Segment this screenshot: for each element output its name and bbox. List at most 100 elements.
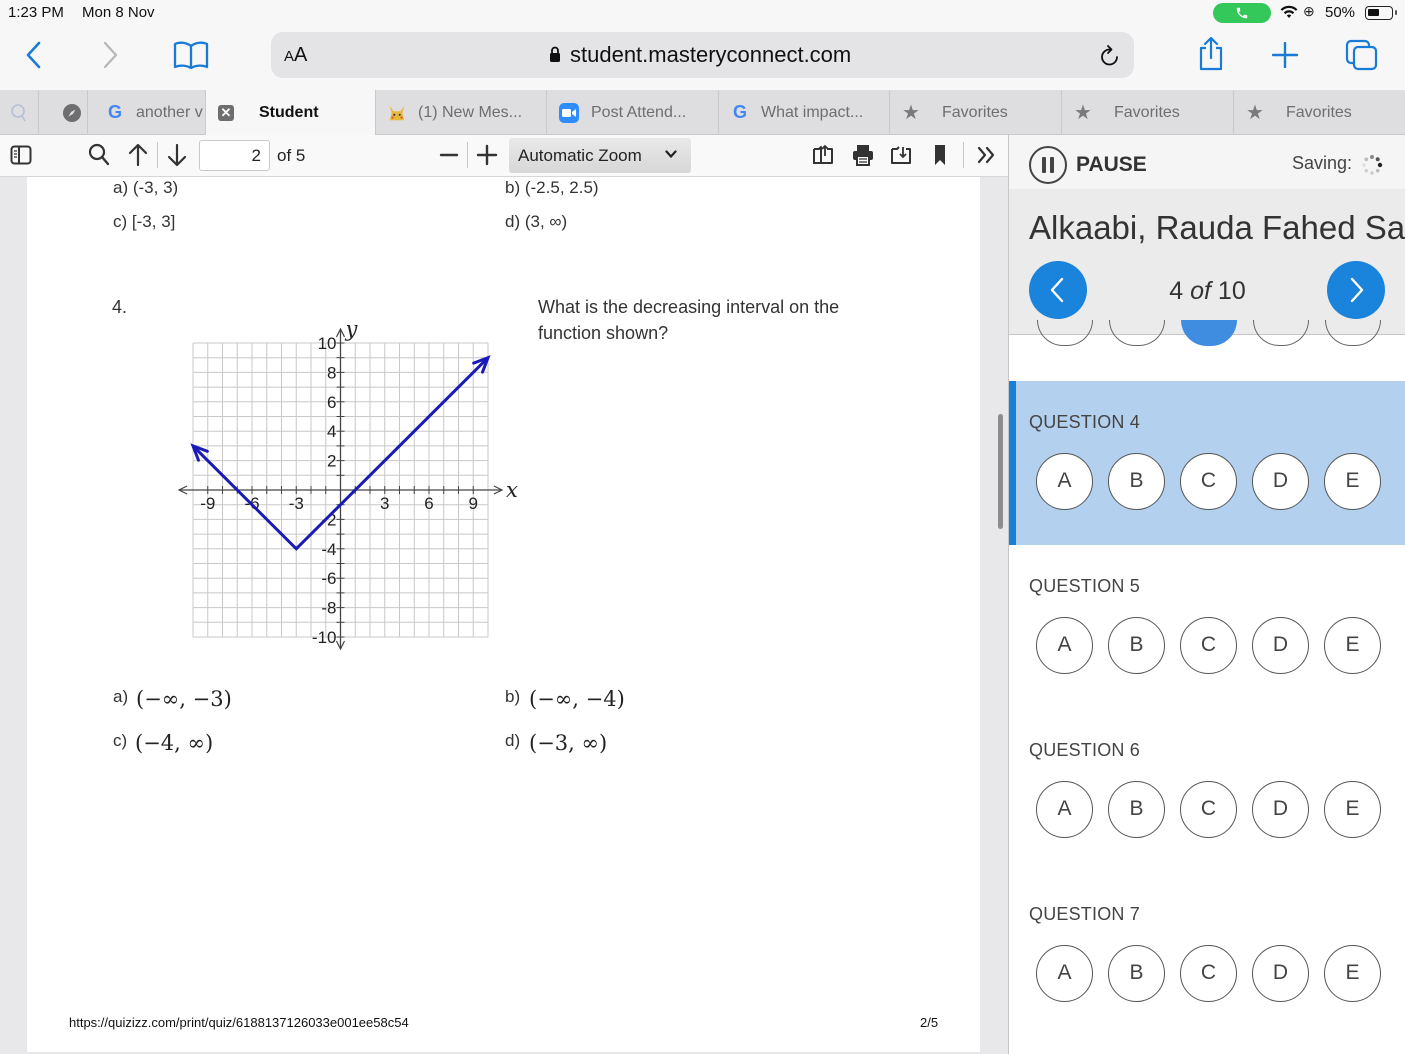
answer-choice-d[interactable]: D [1252,453,1309,510]
answer-choice-e[interactable]: E [1324,453,1381,510]
question-3-choice-e[interactable] [1325,320,1381,346]
prev-option-a: a) (-3, 3) [113,178,179,197]
next-page-arrow-icon[interactable] [166,143,188,167]
answer-choice-b[interactable]: B [1108,945,1165,1002]
active-call-indicator[interactable] [1213,3,1271,23]
page-count-label: of 5 [277,146,306,165]
option-b-label: b) [505,687,521,706]
question-text: What is the decreasing interval on the f… [538,297,840,343]
answer-choice-e[interactable]: E [1324,945,1381,1002]
tab-search[interactable] [0,90,38,135]
tab-messages[interactable]: (1) New Mes... [375,90,546,135]
star-icon: ★ [902,102,920,124]
bookmarks-book-icon[interactable] [173,40,209,70]
previous-page-arrow-icon[interactable] [127,143,149,167]
answer-choice-b[interactable]: B [1108,781,1165,838]
zoom-level-select[interactable]: Automatic Zoom [509,138,691,173]
tab-label: Favorites [1114,103,1180,121]
answer-choice-d[interactable]: D [1252,781,1309,838]
tab-favorites[interactable]: ★ Favorites [1233,90,1405,135]
question-3-choice-b[interactable] [1109,320,1165,346]
share-icon[interactable] [1197,36,1225,72]
zoom-in-icon[interactable] [476,144,498,166]
tab-label: (1) New Mes... [418,103,523,121]
vertical-scrollbar[interactable] [998,414,1003,529]
wifi-icon [1280,5,1298,18]
url-text[interactable]: student.masteryconnect.com [570,42,851,68]
tab-favorites[interactable]: ★ Favorites [889,90,1061,135]
reader-text-size-button[interactable]: AA [284,44,307,67]
question-block: QUESTION 4 ABCDE [1009,381,1405,545]
tab-compass[interactable] [38,90,87,135]
address-bar[interactable]: AA student.masteryconnect.com [271,32,1134,78]
answer-choice-d[interactable]: D [1252,617,1309,674]
print-icon[interactable] [851,143,875,167]
option-d-label: d) [505,731,521,750]
tab-what-impact[interactable]: G What impact... [718,90,889,135]
tab-label: Student [259,103,319,121]
answer-panel: PAUSE Saving: Alkaabi, Rauda Fahed Sa...… [1008,135,1405,1054]
option-d-value: (−3, ∞) [529,731,608,755]
tab-student[interactable]: ✕ Student [205,90,375,135]
pause-button[interactable]: PAUSE [1076,153,1147,177]
rotation-lock-icon: ⊕ [1303,3,1315,19]
y-tick-label: -6 [321,569,336,588]
lock-icon [550,46,560,62]
loading-spinner-icon [1362,155,1383,175]
question-3-choice-c-selected[interactable] [1181,320,1237,346]
zoom-out-icon[interactable] [439,145,459,165]
y-tick-label: -4 [321,540,336,559]
reload-icon[interactable] [1099,44,1121,68]
question-3-choice-d[interactable] [1253,320,1309,346]
option-a-value: (−∞, −3) [136,687,232,711]
x-tick-label: -3 [289,494,304,513]
answer-choice-c[interactable]: C [1180,453,1237,510]
star-icon: ★ [1246,102,1264,124]
chevron-left-icon[interactable] [24,40,44,70]
pdf-viewer[interactable]: a) (-3, 3) b) (-2.5, 2.5) c) [-3, 3] d) … [0,177,1008,1054]
answer-choice-c[interactable]: C [1180,617,1237,674]
answer-choice-a[interactable]: A [1036,453,1093,510]
answer-choice-d[interactable]: D [1252,945,1309,1002]
bookmark-icon[interactable] [933,144,947,166]
download-icon[interactable] [890,144,912,166]
answer-choice-a[interactable]: A [1036,781,1093,838]
new-tab-plus-icon[interactable] [1272,42,1298,68]
answer-choice-a[interactable]: A [1036,617,1093,674]
answer-choice-a[interactable]: A [1036,945,1093,1002]
tab-post-attend[interactable]: Post Attend... [546,90,718,135]
pause-icon[interactable] [1029,146,1067,184]
answer-choice-e[interactable]: E [1324,617,1381,674]
zoom-level-value: Automatic Zoom [518,146,642,165]
footer-url: https://quizizz.com/print/quiz/618813712… [69,1015,409,1030]
tab-favorites[interactable]: ★ Favorites [1061,90,1233,135]
battery-icon [1365,6,1397,20]
answer-choice-c[interactable]: C [1180,945,1237,1002]
open-file-icon[interactable] [812,144,834,166]
answer-choice-b[interactable]: B [1108,617,1165,674]
separator [963,142,964,168]
answer-choice-c[interactable]: C [1180,781,1237,838]
y-tick-label: 2 [327,452,336,471]
chevron-right-icon[interactable] [100,40,120,70]
sidebar-toggle-icon[interactable] [10,145,32,165]
question-block: QUESTION 6 ABCDE [1009,709,1405,873]
close-tab-icon[interactable]: ✕ [218,104,234,121]
question-3-choice-a[interactable] [1037,320,1093,346]
prev-option-d: d) (3, ∞) [505,212,568,231]
next-question-button[interactable] [1327,261,1385,319]
answer-choice-e[interactable]: E [1324,781,1381,838]
search-icon[interactable] [88,143,110,167]
x-axis-label: x [506,478,518,502]
option-a-label: a) [113,687,129,706]
panel-topbar: PAUSE Saving: [1009,135,1405,189]
tabs-overview-icon[interactable] [1345,39,1379,71]
page-number-input[interactable] [199,140,270,171]
answer-choice-b[interactable]: B [1108,453,1165,510]
double-chevron-right-icon[interactable] [976,146,996,164]
tab-label: Favorites [1286,103,1352,121]
question-title: QUESTION 4 [1029,412,1141,432]
battery-percent: 50% [1325,4,1356,21]
y-tick-label: 10 [318,334,337,353]
google-icon: G [732,102,747,122]
